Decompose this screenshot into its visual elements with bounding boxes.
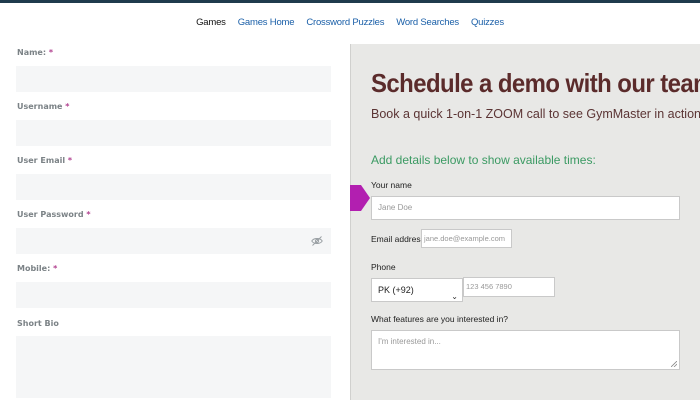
country-code-value: PK (+92): [378, 285, 414, 295]
required-marker: *: [86, 210, 91, 219]
your-name-placeholder: Jane Doe: [378, 203, 413, 212]
name-label: Name: *: [17, 48, 53, 57]
email-address-input[interactable]: jane.doe@example.com: [421, 229, 512, 248]
required-marker: *: [67, 156, 73, 165]
demo-title: Schedule a demo with our team: [371, 68, 700, 98]
username-label-text: Username: [17, 102, 63, 111]
nav-item-word-searches[interactable]: Word Searches: [396, 17, 459, 28]
nav-item-games-home[interactable]: Games Home: [238, 17, 295, 28]
top-navigation-bar: Games Games Home Crossword Puzzles Word …: [0, 0, 700, 44]
user-password-input[interactable]: [16, 228, 331, 254]
name-label-text: Name:: [17, 48, 47, 57]
resize-handle-icon[interactable]: [671, 361, 677, 367]
phone-number-input[interactable]: 123 456 7890: [463, 277, 555, 297]
required-marker: *: [53, 264, 58, 273]
eye-slash-icon[interactable]: [311, 235, 323, 247]
arrow-right-icon: [350, 185, 370, 211]
phone-label: Phone: [371, 262, 396, 272]
user-password-label: User Password *: [17, 210, 91, 219]
short-bio-label: Short Bio: [17, 319, 59, 328]
nav-item-games[interactable]: Games: [196, 17, 226, 28]
short-bio-label-text: Short Bio: [17, 319, 59, 328]
your-name-input[interactable]: Jane Doe: [371, 196, 680, 220]
details-heading: Add details below to show available time…: [371, 153, 596, 167]
games-nav: Games Games Home Crossword Puzzles Word …: [0, 17, 700, 28]
features-label: What features are you interested in?: [371, 314, 509, 324]
user-password-label-text: User Password: [17, 210, 84, 219]
required-marker: *: [65, 102, 70, 111]
name-input[interactable]: [16, 66, 331, 92]
username-label: Username *: [17, 102, 69, 111]
nav-item-crossword-puzzles[interactable]: Crossword Puzzles: [306, 17, 384, 28]
registration-form: Name: * Username * User Email * User Pas…: [0, 44, 350, 400]
demo-booking-panel: Schedule a demo with our team Book a qui…: [350, 44, 700, 400]
demo-subtitle: Book a quick 1-on-1 ZOOM call to see Gym…: [371, 107, 700, 121]
email-address-placeholder: jane.doe@example.com: [424, 234, 505, 243]
required-marker: *: [48, 48, 54, 57]
country-code-select[interactable]: PK (+92) ⌄: [371, 278, 463, 302]
mobile-label: Mobile: *: [17, 264, 57, 273]
page: Games Games Home Crossword Puzzles Word …: [0, 0, 700, 400]
mobile-input[interactable]: [16, 282, 331, 308]
your-name-label: Your name: [371, 180, 412, 190]
user-email-label: User Email *: [17, 156, 72, 165]
user-email-input[interactable]: [16, 174, 331, 200]
chevron-down-icon: ⌄: [451, 292, 458, 301]
phone-number-placeholder: 123 456 7890: [466, 282, 512, 291]
user-email-label-text: User Email: [17, 156, 66, 165]
nav-item-quizzes[interactable]: Quizzes: [471, 17, 504, 28]
username-input[interactable]: [16, 120, 331, 146]
features-textarea[interactable]: I'm interested in...: [371, 330, 680, 370]
mobile-label-text: Mobile:: [17, 264, 51, 273]
features-placeholder: I'm interested in...: [378, 337, 441, 346]
email-address-label: Email address: [371, 234, 425, 244]
short-bio-textarea[interactable]: [16, 336, 331, 398]
